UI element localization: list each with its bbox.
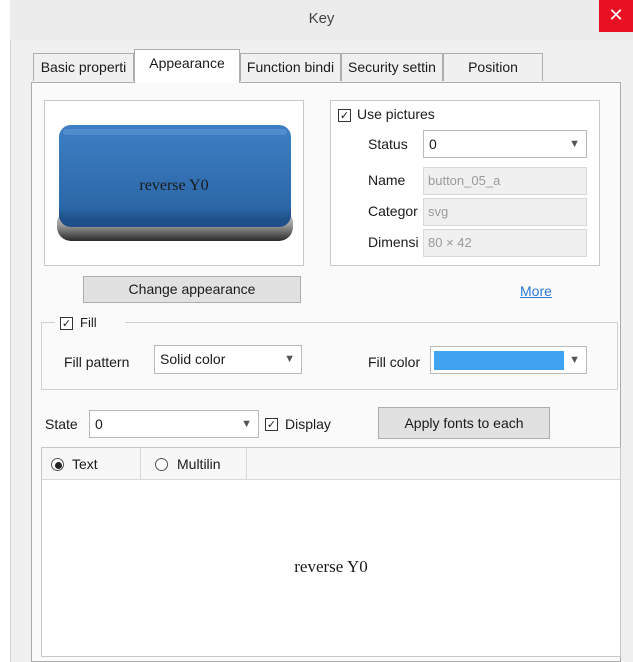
apply-fonts-button[interactable]: Apply fonts to each <box>378 407 550 439</box>
fill-pattern-select[interactable]: Solid color ▼ <box>154 345 302 374</box>
state-value: 0 <box>95 416 103 432</box>
tab-security-settings[interactable]: Security settin <box>341 53 443 81</box>
tab-label: Position <box>468 59 518 75</box>
close-button[interactable]: ✕ <box>599 0 633 32</box>
name-label: Name <box>368 172 406 188</box>
status-value: 0 <box>429 136 437 152</box>
chevron-down-icon: ▼ <box>569 138 580 150</box>
multiline-radio[interactable] <box>155 458 168 471</box>
window-title: Key <box>308 10 335 27</box>
chevron-down-icon: ▼ <box>569 354 580 366</box>
fill-pattern-value: Solid color <box>160 351 226 367</box>
fill-color-label: Fill color <box>368 354 421 370</box>
tab-position[interactable]: Position <box>443 53 543 81</box>
category-field: svg <box>423 198 587 226</box>
chevron-down-icon: ▼ <box>241 418 252 430</box>
change-appearance-button[interactable]: Change appearance <box>83 276 301 303</box>
multiline-radio-label: Multilin <box>177 456 221 472</box>
name-field: button_05_a <box>423 167 587 195</box>
tab-function-binding[interactable]: Function bindi <box>240 53 341 81</box>
tab-label: Basic properti <box>40 59 127 75</box>
fill-color-swatch <box>434 351 564 370</box>
tab-label: Security settin <box>348 59 436 75</box>
dimension-label: Dimensi <box>368 234 419 250</box>
tab-label: Function bindi <box>246 59 335 75</box>
divider <box>140 448 141 480</box>
tab-label: Appearance <box>149 55 225 71</box>
more-link[interactable]: More <box>520 283 552 299</box>
text-mode-bar <box>42 448 620 480</box>
text-content-input[interactable]: reverse Y0 <box>42 557 620 577</box>
use-pictures-label: Use pictures <box>357 106 435 122</box>
status-select[interactable]: 0 ▼ <box>423 130 587 158</box>
divider <box>246 448 247 480</box>
category-label: Categor <box>368 203 418 219</box>
display-label: Display <box>285 416 331 432</box>
text-radio-label: Text <box>72 456 98 472</box>
display-checkbox[interactable]: ✓ <box>265 418 278 431</box>
tab-basic-properties[interactable]: Basic properti <box>33 53 134 81</box>
fill-checkbox[interactable]: ✓ <box>60 317 73 330</box>
preview-button-text: reverse Y0 <box>139 177 209 194</box>
state-select[interactable]: 0 ▼ <box>89 410 259 438</box>
fill-label: Fill <box>80 315 97 330</box>
state-label: State <box>45 416 78 432</box>
text-radio[interactable] <box>51 458 64 471</box>
use-pictures-checkbox[interactable]: ✓ <box>338 109 351 122</box>
fill-pattern-label: Fill pattern <box>64 354 130 370</box>
status-label: Status <box>368 136 408 152</box>
appearance-preview: reverse Y0 <box>44 100 304 266</box>
chevron-down-icon: ▼ <box>284 353 295 365</box>
dimension-field: 80 × 42 <box>423 229 587 257</box>
close-icon: ✕ <box>608 5 624 25</box>
fill-color-picker[interactable]: ▼ <box>430 346 587 374</box>
tab-appearance[interactable]: Appearance <box>134 49 240 83</box>
